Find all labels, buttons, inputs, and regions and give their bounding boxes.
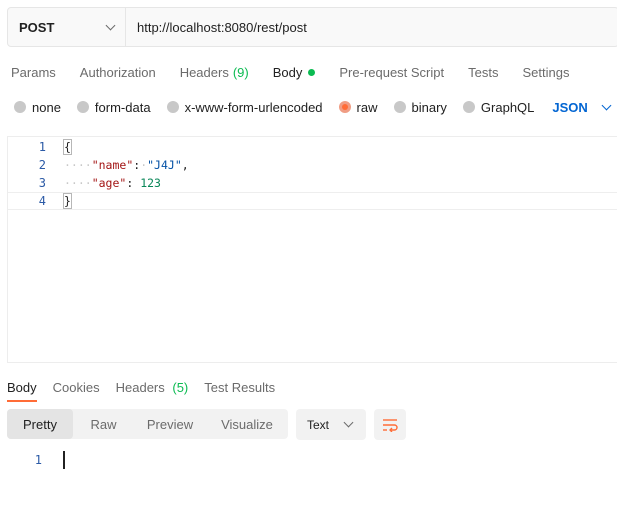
response-tab-headers-label: Headers xyxy=(115,379,165,395)
tab-tests[interactable]: Tests xyxy=(468,65,498,80)
response-tabs: Body Cookies Headers (5) Test Results xyxy=(7,377,291,397)
view-visualize-button[interactable]: Visualize xyxy=(206,409,288,439)
response-tab-test-results[interactable]: Test Results xyxy=(204,380,275,395)
body-type-form-data-label: form-data xyxy=(94,99,151,115)
radio-icon xyxy=(393,101,406,113)
line-number: 2 xyxy=(38,158,46,172)
code-text: } xyxy=(63,193,72,209)
body-type-none-label: none xyxy=(32,99,61,115)
response-tab-cookies[interactable]: Cookies xyxy=(53,380,100,395)
radio-icon xyxy=(166,101,179,113)
method-label: POST xyxy=(19,19,55,35)
radio-icon xyxy=(76,101,89,113)
body-type-raw[interactable]: raw xyxy=(338,99,378,115)
response-tab-headers[interactable]: Headers (5) xyxy=(116,380,189,395)
text-cursor xyxy=(63,451,65,469)
response-body-line[interactable]: 1 xyxy=(0,451,617,469)
method-select[interactable]: POST xyxy=(8,8,126,46)
chevron-down-icon xyxy=(343,417,354,428)
url-input[interactable]: http://localhost:8080/rest/post xyxy=(126,20,307,35)
body-type-urlencoded-label: x-www-form-urlencoded xyxy=(184,99,323,115)
radio-icon xyxy=(462,101,475,113)
json-key: "name" xyxy=(91,158,134,172)
body-type-binary[interactable]: binary xyxy=(393,99,447,115)
response-tab-body[interactable]: Body xyxy=(7,380,37,395)
editor-line: 2 ····"name":·"J4J", xyxy=(8,156,617,174)
view-preview-button[interactable]: Preview xyxy=(134,409,206,439)
close-brace: } xyxy=(63,193,72,209)
open-brace: { xyxy=(63,139,72,155)
tab-settings[interactable]: Settings xyxy=(522,65,569,80)
body-type-group: none form-data x-www-form-urlencoded raw… xyxy=(14,98,612,116)
body-type-raw-label: raw xyxy=(356,99,378,115)
request-tabs: Params Authorization Headers (9) Body Pr… xyxy=(11,62,593,82)
json-key: "age" xyxy=(91,176,127,190)
json-comma: , xyxy=(181,158,189,172)
headers-count: (9) xyxy=(232,64,249,80)
response-format-label: Text xyxy=(307,417,330,432)
chevron-down-icon xyxy=(105,20,116,30)
view-raw-button[interactable]: Raw xyxy=(73,409,134,439)
tab-body-label: Body xyxy=(272,64,303,80)
tab-prerequest-script[interactable]: Pre-request Script xyxy=(339,65,444,80)
active-tab-underline xyxy=(7,400,37,402)
body-type-graphql[interactable]: GraphQL xyxy=(462,99,535,115)
body-type-none[interactable]: none xyxy=(14,100,61,115)
format-select[interactable]: JSON xyxy=(552,99,612,115)
url-bar: POST http://localhost:8080/rest/post xyxy=(7,7,617,47)
wrap-lines-button[interactable] xyxy=(374,409,406,440)
code-text: { xyxy=(63,139,72,155)
tab-authorization[interactable]: Authorization xyxy=(80,65,156,80)
line-number: 4 xyxy=(38,194,46,208)
line-number: 3 xyxy=(38,176,46,190)
indent-dots: ···· xyxy=(64,176,92,190)
chevron-down-icon xyxy=(601,100,612,110)
tab-body[interactable]: Body xyxy=(273,65,316,80)
tab-params[interactable]: Params xyxy=(11,65,56,80)
editor-line: 3 ····"age": 123 xyxy=(8,174,617,192)
editor-line: 1 { xyxy=(8,138,617,156)
format-select-label: JSON xyxy=(552,99,588,115)
response-headers-count: (5) xyxy=(172,379,189,395)
radio-icon xyxy=(14,101,26,113)
editor-line: 4 } xyxy=(8,192,617,210)
tab-headers-label: Headers xyxy=(179,64,229,80)
view-pretty-button[interactable]: Pretty xyxy=(7,409,73,439)
tab-headers[interactable]: Headers (9) xyxy=(180,65,249,80)
body-indicator-dot xyxy=(308,68,316,76)
body-type-urlencoded[interactable]: x-www-form-urlencoded xyxy=(166,99,323,115)
json-number-value: 123 xyxy=(140,176,161,190)
wrap-lines-icon xyxy=(383,418,398,432)
radio-selected-icon xyxy=(338,101,351,113)
body-type-form-data[interactable]: form-data xyxy=(76,99,151,115)
request-body-editor[interactable]: 1 { 2 ····"name":·"J4J", 3 ····"age": 12… xyxy=(7,136,617,363)
json-string-value: "J4J" xyxy=(147,158,182,172)
body-type-graphql-label: GraphQL xyxy=(480,99,535,115)
response-format-select[interactable]: Text xyxy=(296,409,366,440)
line-number: 1 xyxy=(38,140,46,154)
code-text: ····"name":·"J4J", xyxy=(64,158,189,172)
code-text: ····"age": 123 xyxy=(64,176,161,190)
indent-dots: ···· xyxy=(64,158,92,172)
response-view-group: Pretty Raw Preview Visualize xyxy=(7,409,288,439)
body-type-binary-label: binary xyxy=(411,99,447,115)
line-number: 1 xyxy=(34,453,42,467)
